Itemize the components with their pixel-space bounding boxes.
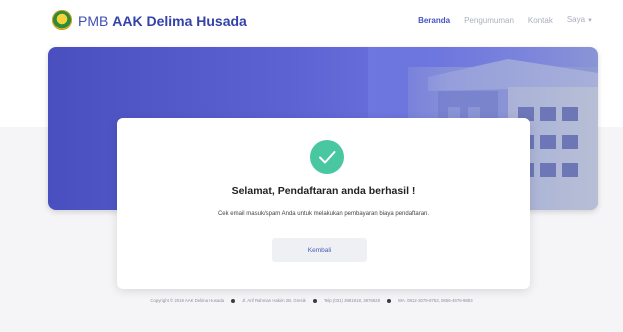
nav-item-beranda[interactable]: Beranda xyxy=(418,16,450,26)
back-button[interactable]: Kembali xyxy=(272,238,367,262)
logo-icon[interactable] xyxy=(52,10,72,30)
success-title: Selamat, Pendaftaran anda berhasil ! xyxy=(231,185,416,197)
footer-copyright: Copyright © 2019 AAK Delima Husada xyxy=(150,298,225,303)
nav-item-saya[interactable]: Saya ▼ xyxy=(567,15,593,26)
footer-address: Jl. Arif Rahman Hakim 2B, Gresik xyxy=(242,298,306,303)
navbar: PMB AAK Delima Husada Beranda Pengumuman… xyxy=(0,0,623,44)
nav-item-kontak[interactable]: Kontak xyxy=(528,16,553,26)
footer-whatsapp: WA. 0812-3079-8753, 0856-4976-9883 xyxy=(397,298,473,303)
check-circle-icon xyxy=(310,140,344,174)
success-card: Selamat, Pendaftaran anda berhasil ! Cek… xyxy=(117,118,530,289)
brand-name: AAK Delima Husada xyxy=(112,13,247,29)
caret-down-icon: ▼ xyxy=(587,18,593,24)
footer-phone: Telp.(031) 3981918, 3978628 xyxy=(323,298,380,303)
bullet-icon xyxy=(231,298,236,303)
footer: Copyright © 2019 AAK Delima Husada Jl. Ar… xyxy=(0,298,623,304)
bullet-icon xyxy=(312,298,317,303)
success-message: Cek email masuk/spam Anda untuk melakuka… xyxy=(217,211,430,217)
bullet-icon xyxy=(386,298,391,303)
nav-item-pengumuman[interactable]: Pengumuman xyxy=(464,16,514,26)
brand-prefix: PMB xyxy=(78,13,109,29)
brand[interactable]: PMB AAK Delima Husada xyxy=(78,12,247,30)
nav-menu: Beranda Pengumuman Kontak Saya ▼ xyxy=(418,15,593,26)
nav-item-saya-label: Saya xyxy=(566,15,586,24)
